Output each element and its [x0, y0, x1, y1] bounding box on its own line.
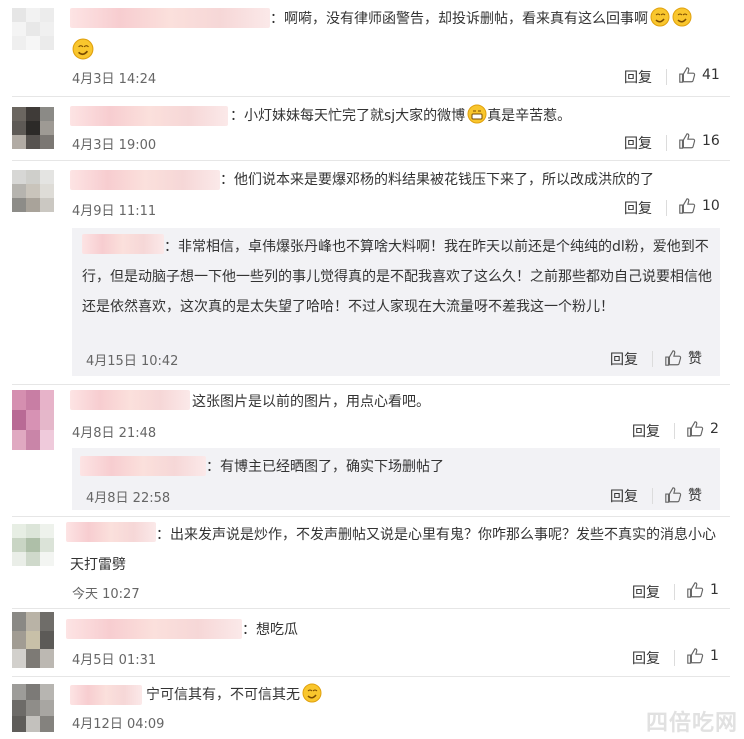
- thumbs-up-icon: [679, 198, 696, 214]
- watermark: 四倍吃网: [645, 711, 738, 736]
- comment-text: 宁可信其有，不可信其无: [146, 682, 322, 708]
- like-button[interactable]: 赞: [664, 485, 702, 505]
- smirk-emoji-icon: [72, 38, 94, 60]
- smirk-emoji-icon: [302, 683, 322, 703]
- like-button[interactable]: 16: [678, 132, 720, 150]
- reply-button[interactable]: 回复: [632, 421, 660, 441]
- comment-text: ：小灯妹妹每天忙完了就sj大家的微博 真是辛苦惹。: [230, 103, 571, 129]
- timestamp: 4月12日 04:09: [72, 717, 165, 732]
- reply-button[interactable]: 回复: [624, 133, 652, 153]
- username[interactable]: [66, 619, 242, 639]
- like-button[interactable]: 1: [686, 647, 719, 665]
- thumbs-up-icon: [679, 67, 696, 83]
- subreply-text: ：有博主已经晒图了，确实下场删帖了: [206, 459, 444, 475]
- avatar[interactable]: [12, 612, 54, 668]
- reply-button[interactable]: 回复: [610, 349, 638, 369]
- avatar[interactable]: [12, 524, 54, 566]
- smirk-emoji-icon: [650, 7, 670, 27]
- timestamp: 4月8日 21:48: [72, 426, 157, 441]
- username[interactable]: [70, 685, 142, 705]
- subreply-text: ：非常相信，卓伟爆张丹峰也不算啥大料啊！我在昨天以前还是个纯纯的dl粉，爱他到不…: [82, 239, 712, 315]
- thumbs-up-icon: [679, 133, 696, 149]
- like-button[interactable]: 10: [678, 197, 720, 215]
- username[interactable]: [70, 8, 270, 28]
- avatar[interactable]: [12, 170, 54, 212]
- timestamp: 4月8日 22:58: [86, 491, 171, 506]
- comment-text: 这张图片是以前的图片，用点心看吧。: [192, 394, 430, 410]
- thumbs-up-icon: [665, 350, 682, 366]
- thumbs-up-icon: [665, 487, 682, 503]
- timestamp: 4月9日 11:11: [72, 204, 157, 219]
- avatar[interactable]: [12, 390, 54, 450]
- timestamp: 今天 10:27: [72, 587, 140, 602]
- avatar[interactable]: [12, 107, 54, 149]
- timestamp: 4月15日 10:42: [86, 354, 179, 369]
- username[interactable]: [70, 106, 228, 126]
- thumbs-up-icon: [687, 582, 704, 598]
- thumbs-up-icon: [687, 648, 704, 664]
- reply-button[interactable]: 回复: [610, 486, 638, 506]
- reply-button[interactable]: 回复: [632, 648, 660, 668]
- comment-text: ：出来发声说是炒作，不发声删帖又说是心里有鬼？你咋那么事呢？发些不真实的消息小心…: [70, 527, 716, 573]
- timestamp: 4月3日 14:24: [72, 72, 157, 87]
- like-button[interactable]: 2: [686, 420, 719, 438]
- grin-emoji-icon: [467, 104, 487, 124]
- comment-text: ：想吃瓜: [242, 622, 298, 638]
- timestamp: 4月3日 19:00: [72, 138, 157, 153]
- username[interactable]: [70, 170, 220, 190]
- username[interactable]: [80, 456, 206, 476]
- smirk-emoji-icon: [672, 7, 692, 27]
- timestamp: 4月5日 01:31: [72, 653, 157, 668]
- reply-button[interactable]: 回复: [624, 198, 652, 218]
- like-button[interactable]: 赞: [664, 348, 702, 368]
- avatar[interactable]: [12, 684, 54, 732]
- avatar[interactable]: [12, 8, 54, 50]
- reply-button[interactable]: 回复: [624, 67, 652, 87]
- reply-button[interactable]: 回复: [632, 582, 660, 602]
- comment-text: ：啊嗬，没有律师函警告，却投诉删帖，看来真有这么回事啊: [270, 6, 692, 32]
- like-button[interactable]: 41: [678, 66, 720, 84]
- thumbs-up-icon: [687, 421, 704, 437]
- comment-text: ：他们说本来是要爆邓杨的料结果被花钱压下来了，所以改成洪欣的了: [220, 172, 654, 188]
- like-button[interactable]: 1: [686, 581, 719, 599]
- username[interactable]: [70, 390, 190, 410]
